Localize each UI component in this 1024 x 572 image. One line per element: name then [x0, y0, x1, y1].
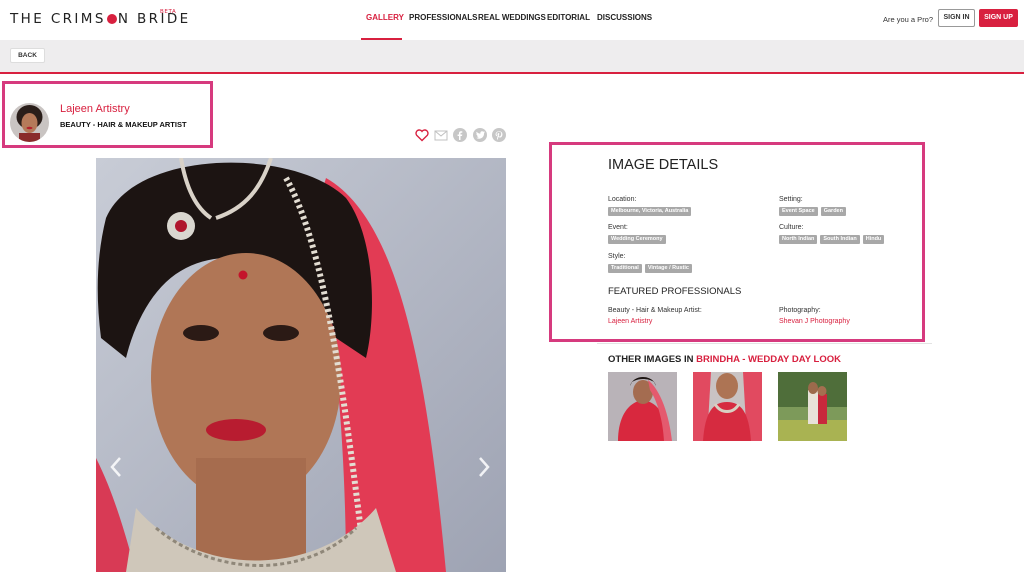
tag-culture[interactable]: North Indian	[779, 235, 818, 244]
tag-setting[interactable]: Garden	[820, 207, 846, 216]
professional-role: BEAUTY - HAIR & MAKEUP ARTIST	[60, 120, 187, 129]
sign-in-button[interactable]: SIGN IN	[938, 9, 975, 27]
tag-style[interactable]: Traditional	[608, 264, 642, 273]
previous-image-arrow[interactable]	[108, 455, 124, 479]
location-tags: Melbourne, Victoria, Australia	[608, 207, 692, 216]
email-icon[interactable]	[434, 128, 448, 142]
back-button[interactable]: BACK	[10, 48, 45, 63]
nav-discussions[interactable]: DISCUSSIONS	[597, 13, 652, 22]
facebook-icon[interactable]	[453, 128, 467, 142]
culture-label: Culture:	[779, 224, 804, 231]
album-link[interactable]: BRINDHA - WEDDAY DAY LOOK	[696, 354, 841, 365]
location-label: Location:	[608, 196, 637, 203]
back-bar: BACK	[0, 40, 1024, 74]
nav-editorial[interactable]: EDITORIAL	[547, 13, 590, 22]
tag-culture[interactable]: Hindu	[862, 235, 885, 244]
nav-professionals[interactable]: PROFESSIONALS	[409, 13, 477, 22]
image-details-title: IMAGE DETAILS	[608, 157, 719, 173]
other-image-thumbnail[interactable]	[778, 372, 847, 441]
setting-label: Setting:	[779, 196, 803, 203]
tag-culture[interactable]: South Indian	[820, 235, 860, 244]
tag-location[interactable]: Melbourne, Victoria, Australia	[608, 207, 692, 216]
featured-link-shevan-j-photography[interactable]: Shevan J Photography	[779, 318, 850, 325]
featured-link-lajeen-artistry[interactable]: Lajeen Artistry	[608, 318, 652, 325]
other-images-prefix: OTHER IMAGES IN	[608, 354, 694, 365]
culture-tags: North Indian South Indian Hindu	[779, 235, 885, 244]
pro-prompt[interactable]: Are you a Pro?	[883, 15, 933, 24]
section-divider	[597, 343, 932, 344]
other-image-thumbnail[interactable]	[608, 372, 677, 441]
main-nav: GALLERY PROFESSIONALS REAL WEDDINGS EDIT…	[0, 13, 1024, 38]
sign-up-button[interactable]: SIGN UP	[979, 9, 1018, 27]
event-tags: Wedding Ceremony	[608, 235, 666, 244]
heart-icon[interactable]	[415, 128, 429, 142]
professional-name[interactable]: Lajeen Artistry	[60, 103, 130, 115]
other-image-thumbnail[interactable]	[693, 372, 762, 441]
event-label: Event:	[608, 224, 628, 231]
featured-category-beauty: Beauty - Hair & Makeup Artist:	[608, 307, 702, 314]
tag-style[interactable]: Vintage / Rustic	[644, 264, 692, 273]
twitter-icon[interactable]	[473, 128, 487, 142]
featured-category-photography: Photography:	[779, 307, 821, 314]
featured-professionals-title: FEATURED PROFESSIONALS	[608, 286, 742, 297]
style-label: Style:	[608, 253, 626, 260]
style-tags: Traditional Vintage / Rustic	[608, 264, 692, 273]
professional-avatar[interactable]	[10, 103, 49, 142]
other-images-title: OTHER IMAGES IN BRINDHA - WEDDAY DAY LOO…	[608, 354, 841, 365]
main-gallery-image[interactable]	[96, 158, 506, 572]
setting-tags: Event Space Garden	[779, 207, 846, 216]
nav-real-weddings[interactable]: REAL WEDDINGS	[478, 13, 546, 22]
tag-setting[interactable]: Event Space	[779, 207, 818, 216]
pinterest-icon[interactable]	[492, 128, 506, 142]
next-image-arrow[interactable]	[476, 455, 492, 479]
nav-gallery[interactable]: GALLERY	[366, 13, 404, 22]
tag-event[interactable]: Wedding Ceremony	[608, 235, 666, 244]
